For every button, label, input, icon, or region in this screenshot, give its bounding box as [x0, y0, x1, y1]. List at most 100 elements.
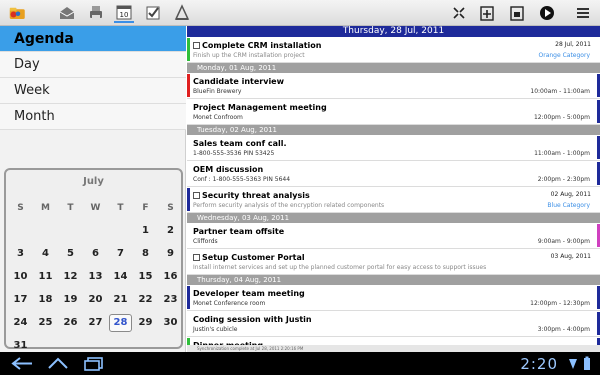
wifi-icon	[568, 356, 578, 371]
nav-month[interactable]: Month	[0, 104, 186, 130]
nav-day[interactable]: Day	[0, 52, 186, 78]
calendar-day[interactable]: 13	[83, 271, 108, 282]
svg-text:10: 10	[120, 11, 129, 19]
item-subtitle-row: Finish up the CRM installation project Or…	[193, 51, 594, 60]
item-due-date: 02 Aug, 2011	[550, 191, 591, 198]
calendar-day[interactable]: 1	[133, 225, 158, 236]
agenda-list: Thursday, 28 Jul, 2011 Complete CRM inst…	[187, 26, 600, 352]
item-subtitle-row: 1-800-555-3536 PIN 53425 11:00am - 1:00pm	[193, 149, 594, 158]
calendar-day[interactable]: 26	[58, 317, 83, 328]
item-due-date: 03 Aug, 2011	[550, 253, 591, 260]
category-color-bar	[187, 286, 190, 309]
battery-icon	[582, 356, 592, 371]
calendar-day[interactable]: 9	[158, 248, 183, 259]
weekday-header: SMTWTFS	[8, 196, 183, 219]
item-subtitle-row: Conf : 1-800-555-5363 PIN 5644 2:00pm - 2…	[193, 175, 594, 184]
calendar-day[interactable]: 21	[108, 294, 133, 305]
mail-icon[interactable]	[57, 3, 77, 23]
calendar-10-icon[interactable]: 10	[114, 3, 134, 23]
system-bar: 2:20	[0, 352, 600, 375]
calendar-day[interactable]: 5	[58, 248, 83, 259]
task-edit-icon	[193, 254, 200, 261]
notes-icon[interactable]	[172, 3, 192, 23]
calendar-day[interactable]: 31	[8, 340, 33, 351]
event-item[interactable]: Candidate interview BlueFin Brewery 10:00a…	[187, 73, 600, 99]
calendar-day[interactable]: 22	[133, 294, 158, 305]
home-icon[interactable]	[45, 356, 71, 371]
item-title: Partner team offsite	[193, 227, 285, 236]
calendar-day[interactable]: 20	[83, 294, 108, 305]
checkbox-icon[interactable]	[143, 3, 163, 23]
item-title-row: Coding session with Justin	[193, 314, 594, 325]
calendar-day-today[interactable]: 28	[109, 313, 132, 332]
item-location: BlueFin Brewery	[193, 88, 242, 95]
item-subtitle-row: Perform security analysis of the encrypt…	[193, 201, 594, 210]
printer-icon[interactable]	[86, 3, 106, 23]
item-title: Setup Customer Portal	[202, 253, 305, 262]
agenda-rows: Complete CRM installation Finish up the C…	[187, 37, 600, 352]
calendar-day[interactable]: 16	[158, 271, 183, 282]
calendar-day[interactable]: 2	[158, 225, 183, 236]
calendar-day[interactable]: 10	[8, 271, 33, 282]
calendar-day[interactable]: 7	[108, 248, 133, 259]
item-subtitle-row: Monet Conference room 12:00pm - 12:30pm	[193, 299, 594, 308]
calendar-day[interactable]: 25	[33, 317, 58, 328]
calendar-day[interactable]: 4	[33, 248, 58, 259]
calendar-day[interactable]: 18	[33, 294, 58, 305]
event-item[interactable]: Coding session with Justin Justin's cubic…	[187, 311, 600, 337]
item-title-row: Sales team conf call.	[193, 138, 594, 149]
item-time: 2:00pm - 2:30pm	[537, 176, 590, 183]
calendar-day[interactable]: 12	[58, 271, 83, 282]
calendar-day[interactable]: 14	[108, 271, 133, 282]
add-event-icon[interactable]	[477, 3, 497, 23]
calendar-day[interactable]: 24	[8, 317, 33, 328]
item-location: Perform security analysis of the encrypt…	[193, 202, 385, 209]
calendar-day[interactable]: 15	[133, 271, 158, 282]
calendar-day[interactable]: 6	[83, 248, 108, 259]
item-time: 9:00am - 9:00pm	[537, 238, 590, 245]
item-title-row: OEM discussion	[193, 164, 594, 175]
item-title: OEM discussion	[193, 165, 264, 174]
task-item[interactable]: Complete CRM installation Finish up the C…	[187, 37, 600, 63]
event-item[interactable]: OEM discussion Conf : 1-800-555-5363 PIN …	[187, 161, 600, 187]
calendar-day[interactable]: 8	[133, 248, 158, 259]
calendar-day[interactable]: 30	[158, 317, 183, 328]
item-time: 3:00pm - 4:00pm	[537, 326, 590, 333]
event-item[interactable]: Partner team offsite Cliffords 9:00am - 9:…	[187, 223, 600, 249]
item-title-row: Complete CRM installation	[193, 40, 594, 51]
item-subtitle-row: Cliffords 9:00am - 9:00pm	[193, 237, 594, 246]
calendar-day[interactable]: 3	[8, 248, 33, 259]
back-icon[interactable]	[10, 356, 36, 371]
expand-icon[interactable]	[449, 3, 469, 23]
calendar-day[interactable]: 27	[83, 317, 108, 328]
add-task-icon[interactable]	[507, 3, 527, 23]
calendar-day[interactable]: 19	[58, 294, 83, 305]
event-item[interactable]: Project Management meeting Monet Confroom…	[187, 99, 600, 125]
app-logo-icon[interactable]	[6, 3, 30, 23]
item-category: Blue Category	[547, 202, 590, 209]
item-location: 1-800-555-3536 PIN 53425	[193, 150, 275, 157]
item-location: Finish up the CRM installation project	[193, 52, 305, 59]
date-separator: Thursday, 04 Aug, 2011	[187, 275, 600, 285]
item-title-row: Candidate interview	[193, 76, 594, 87]
date-separator: Wednesday, 03 Aug, 2011	[187, 213, 600, 223]
weekday-label: S	[167, 202, 174, 213]
item-title-row: Partner team offsite	[193, 226, 594, 237]
play-icon[interactable]	[537, 3, 557, 23]
calendar-day[interactable]: 17	[8, 294, 33, 305]
item-title: Security threat analysis	[202, 191, 310, 200]
event-item[interactable]: Sales team conf call. 1-800-555-3536 PIN …	[187, 135, 600, 161]
menu-icon[interactable]	[573, 3, 593, 23]
task-item[interactable]: Security threat analysis Perform security…	[187, 187, 600, 213]
event-item[interactable]: Developer team meeting Monet Conference r…	[187, 285, 600, 311]
item-time: 12:00pm - 12:30pm	[530, 300, 590, 307]
nav-week[interactable]: Week	[0, 78, 186, 104]
app-root: 10 Agenda Day Week Month July S M T W T …	[0, 0, 600, 375]
nav-agenda[interactable]: Agenda	[0, 26, 186, 52]
task-item[interactable]: Setup Customer Portal Install internet se…	[187, 249, 600, 275]
calendar-day[interactable]: 11	[33, 271, 58, 282]
calendar-day[interactable]: 23	[158, 294, 183, 305]
item-time: 10:00am - 11:00am	[530, 88, 590, 95]
calendar-day[interactable]: 29	[133, 317, 158, 328]
recent-apps-icon[interactable]	[82, 356, 108, 371]
